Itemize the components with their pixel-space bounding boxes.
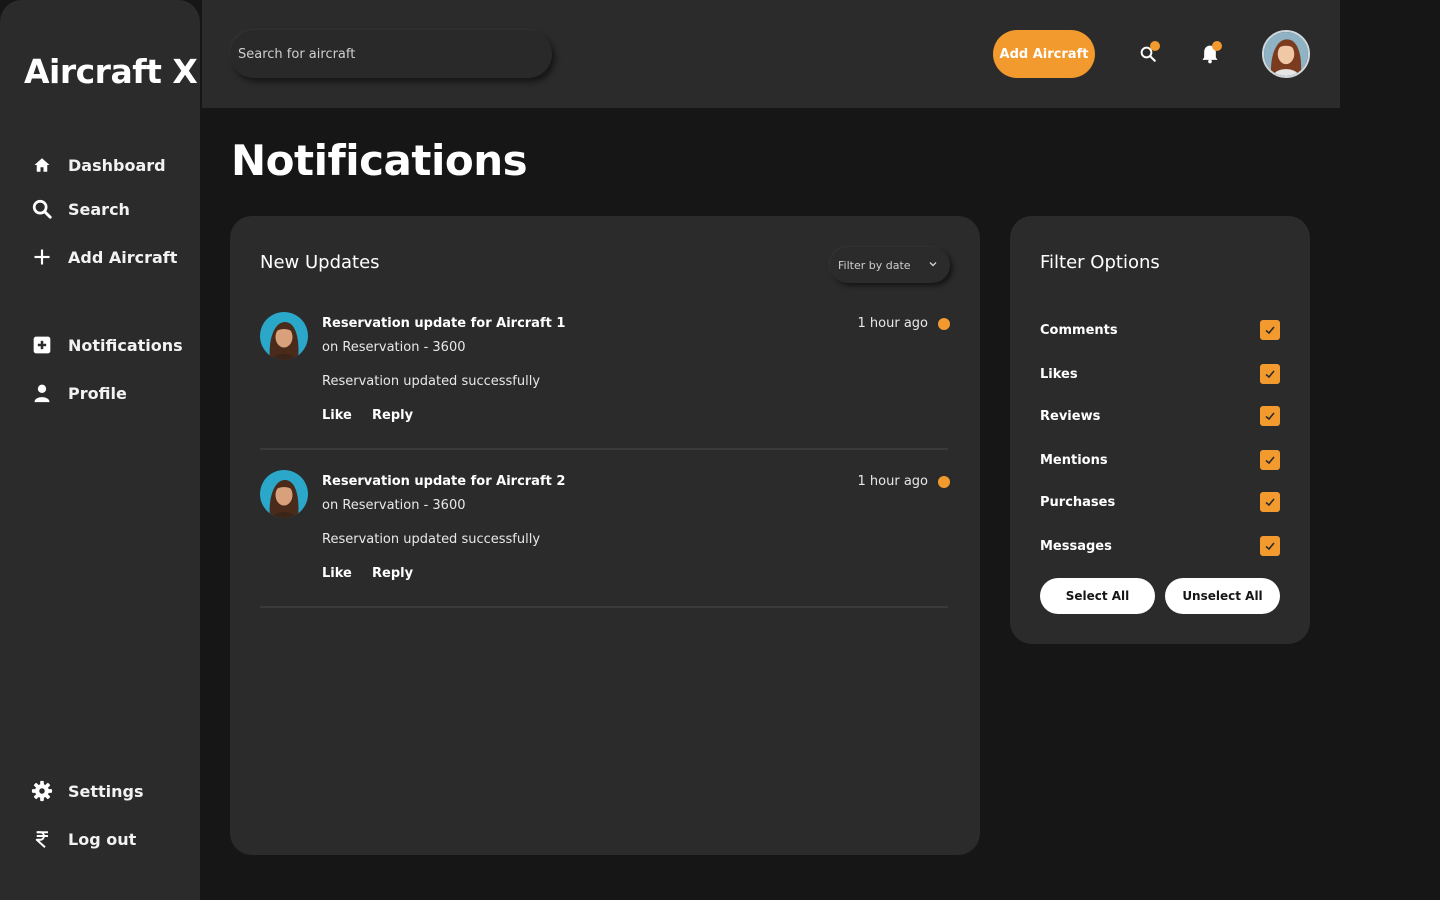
filter-option-label: Reviews (1040, 408, 1101, 424)
sidebar-item-search[interactable]: Search (30, 196, 130, 222)
search-icon (30, 197, 54, 221)
filter-option-reviews: Reviews (1040, 405, 1280, 427)
update-time: 1 hour ago (857, 316, 928, 331)
update-title: Reservation update for Aircraft 2 (322, 474, 566, 489)
sidebar-item-label: Settings (68, 781, 144, 801)
select-all-button[interactable]: Select All (1040, 578, 1155, 614)
checkmark-icon (1265, 542, 1275, 551)
sidebar-item-profile[interactable]: Profile (30, 380, 127, 406)
filter-option-purchases: Purchases (1040, 491, 1280, 513)
search-input[interactable] (230, 30, 552, 78)
filter-option-label: Messages (1040, 538, 1112, 554)
update-title: Reservation update for Aircraft 1 (322, 316, 566, 331)
sidebar-item-label: Log out (68, 829, 137, 849)
filter-by-date-label: Filter by date (838, 258, 911, 272)
updates-panel: New Updates Filter by date Reservation u… (230, 216, 980, 855)
likes-checkbox[interactable] (1260, 364, 1280, 384)
app-brand: Aircraft X (24, 52, 198, 91)
page-title: Notifications (231, 136, 528, 185)
sidebar-item-label: Dashboard (68, 155, 166, 175)
sidebar-item-logout[interactable]: Log out (30, 826, 136, 852)
filter-option-messages: Messages (1040, 535, 1280, 557)
reviews-checkbox[interactable] (1260, 406, 1280, 426)
filter-options-title: Filter Options (1040, 252, 1160, 273)
checkmark-icon (1265, 412, 1275, 421)
sidebar-item-add-aircraft[interactable]: Add Aircraft (30, 244, 177, 270)
checkmark-icon (1265, 498, 1275, 507)
gear-icon (30, 779, 54, 803)
sidebar: Aircraft X Dashboard Search Add Aircraft… (0, 0, 200, 900)
filter-options-panel: Filter Options Comments Likes Reviews Me… (1010, 216, 1310, 644)
like-button[interactable]: Like (322, 408, 352, 423)
update-body: Reservation updated successfully (322, 532, 541, 547)
sidebar-item-label: Search (68, 199, 130, 219)
filter-option-likes: Likes (1040, 363, 1280, 385)
notification-square-icon (30, 333, 54, 357)
unread-dot (1212, 41, 1222, 51)
update-subtitle: on Reservation - 3600 (322, 498, 466, 513)
filter-option-mentions: Mentions (1040, 449, 1280, 471)
reply-button[interactable]: Reply (372, 408, 413, 423)
unread-dot (938, 476, 950, 488)
home-icon (30, 153, 54, 177)
filter-option-comments: Comments (1040, 319, 1280, 341)
filter-by-date-dropdown[interactable]: Filter by date (830, 247, 950, 283)
avatar (260, 312, 308, 360)
filter-option-label: Likes (1040, 366, 1078, 382)
sidebar-item-label: Profile (68, 383, 127, 403)
user-icon (30, 381, 54, 405)
update-body: Reservation updated successfully (322, 374, 541, 389)
updates-title: New Updates (260, 252, 380, 273)
purchases-checkbox[interactable] (1260, 492, 1280, 512)
mentions-checkbox[interactable] (1260, 450, 1280, 470)
list-item: Reservation update for Aircraft 1 on Res… (260, 312, 950, 450)
chevron-down-icon (928, 259, 938, 272)
search-icon[interactable] (1136, 41, 1160, 66)
top-bar: Add Aircraft (202, 0, 1340, 108)
filter-option-label: Purchases (1040, 494, 1116, 510)
rupee-icon (30, 827, 54, 851)
filter-option-label: Comments (1040, 322, 1118, 338)
unselect-all-button[interactable]: Unselect All (1165, 578, 1280, 614)
avatar[interactable] (1262, 30, 1310, 78)
sidebar-item-settings[interactable]: Settings (30, 778, 144, 804)
sidebar-item-label: Notifications (68, 335, 183, 355)
unread-dot (938, 318, 950, 330)
sidebar-item-label: Add Aircraft (68, 247, 178, 267)
bell-icon[interactable] (1198, 41, 1222, 66)
sidebar-item-dashboard[interactable]: Dashboard (30, 152, 166, 178)
list-item: Reservation update for Aircraft 2 on Res… (260, 470, 950, 608)
avatar (260, 470, 308, 518)
comments-checkbox[interactable] (1260, 320, 1280, 340)
messages-checkbox[interactable] (1260, 536, 1280, 556)
filter-option-label: Mentions (1040, 452, 1108, 468)
plus-icon (30, 245, 54, 269)
add-aircraft-button[interactable]: Add Aircraft (993, 30, 1095, 78)
checkmark-icon (1265, 456, 1275, 465)
sidebar-item-notifications[interactable]: Notifications (30, 332, 183, 358)
like-button[interactable]: Like (322, 566, 352, 581)
unread-dot (1150, 41, 1160, 51)
checkmark-icon (1265, 370, 1275, 379)
checkmark-icon (1265, 326, 1275, 335)
reply-button[interactable]: Reply (372, 566, 413, 581)
update-time: 1 hour ago (857, 474, 928, 489)
update-subtitle: on Reservation - 3600 (322, 340, 466, 355)
